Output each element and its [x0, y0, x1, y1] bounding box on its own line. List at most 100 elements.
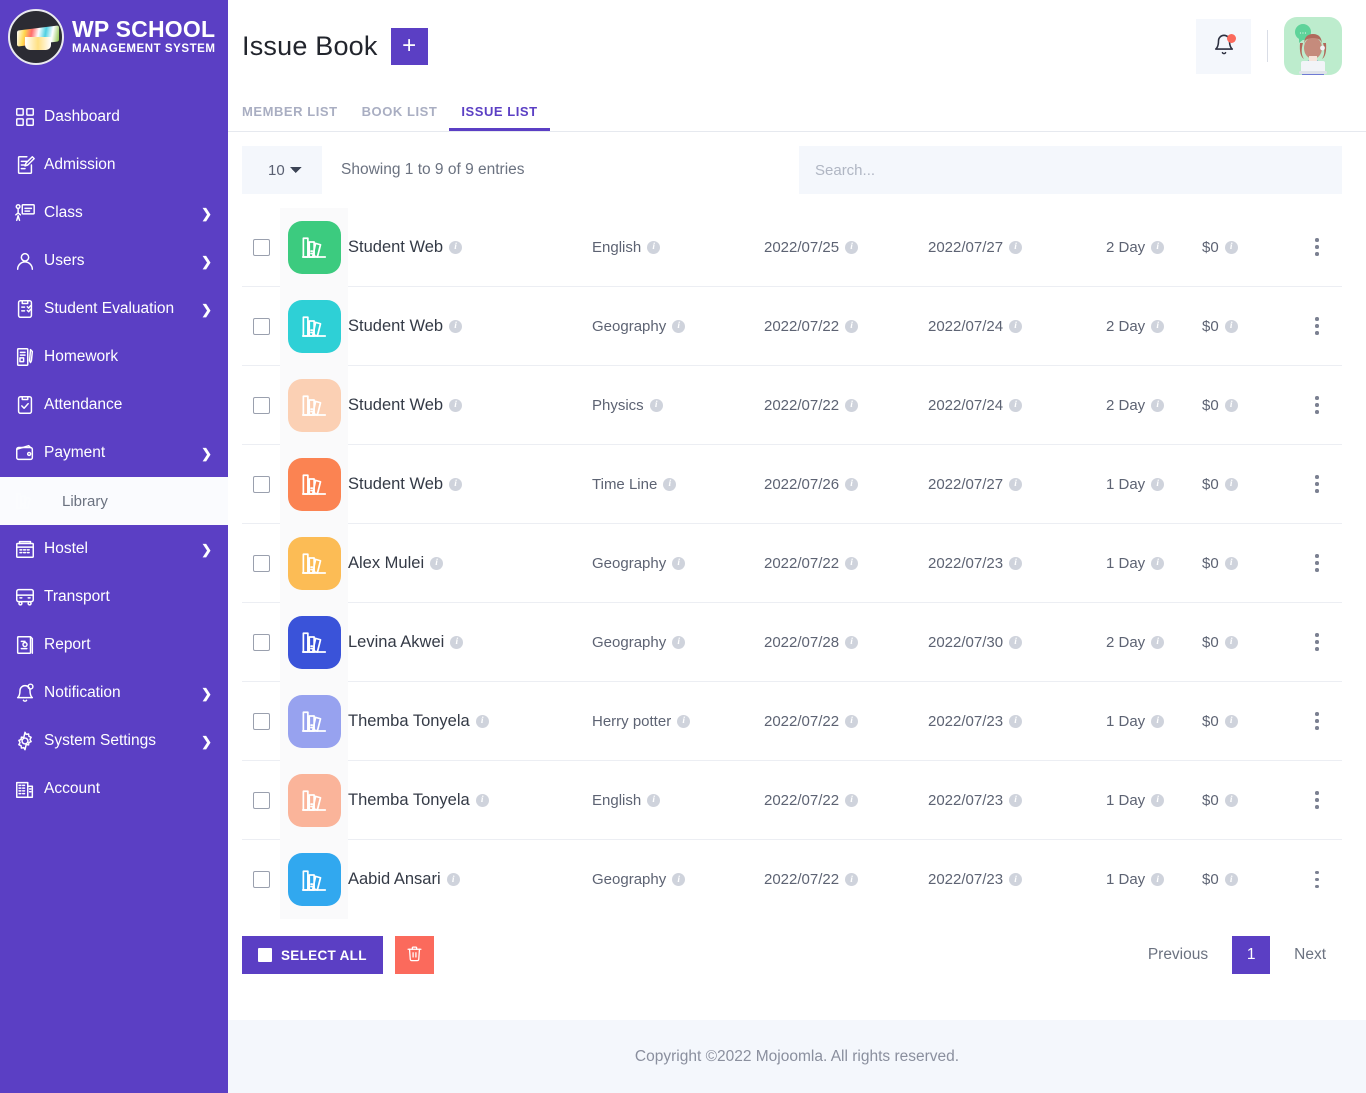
pagination-previous[interactable]: Previous [1132, 936, 1224, 974]
add-issue-book-button[interactable]: + [390, 27, 428, 65]
info-icon[interactable]: i [672, 635, 686, 649]
search-input[interactable] [799, 146, 1342, 194]
info-icon[interactable]: i [845, 873, 859, 886]
info-icon[interactable]: i [1151, 556, 1165, 570]
info-icon[interactable]: i [845, 635, 859, 649]
info-icon[interactable]: i [1009, 714, 1023, 728]
info-icon[interactable]: i [1151, 477, 1165, 491]
info-icon[interactable]: i [1151, 873, 1165, 886]
table-row[interactable]: Alex Mulei i Geography i 2022/07/22 i 2022/07/… [242, 523, 1342, 603]
info-icon[interactable]: i [1151, 714, 1165, 728]
info-icon[interactable]: i [1009, 240, 1023, 254]
info-icon[interactable]: i [450, 635, 464, 649]
sidebar-item-class[interactable]: Class ❯ [0, 189, 228, 237]
sidebar-item-report[interactable]: Report [0, 621, 228, 669]
info-icon[interactable]: i [430, 556, 444, 570]
info-icon[interactable]: i [1224, 635, 1238, 649]
info-icon[interactable]: i [647, 240, 661, 254]
kebab-menu-icon[interactable] [1309, 785, 1325, 815]
pagination-next[interactable]: Next [1278, 936, 1342, 974]
info-icon[interactable]: i [1151, 635, 1165, 649]
row-checkbox[interactable] [252, 475, 270, 493]
info-icon[interactable]: i [1009, 477, 1023, 491]
info-icon[interactable]: i [672, 556, 686, 570]
row-checkbox[interactable] [252, 396, 270, 414]
table-row[interactable]: Student Web i Geography i 2022/07/22 i 2022/07… [242, 286, 1342, 366]
info-icon[interactable]: i [845, 319, 859, 333]
kebab-menu-icon[interactable] [1309, 390, 1325, 420]
info-icon[interactable]: i [449, 477, 463, 491]
sidebar-item-notification[interactable]: Notification ❯ [0, 669, 228, 717]
info-icon[interactable]: i [1224, 319, 1238, 333]
info-icon[interactable]: i [845, 477, 859, 491]
info-icon[interactable]: i [649, 398, 663, 412]
kebab-menu-icon[interactable] [1309, 706, 1325, 736]
pagination-page-1[interactable]: 1 [1232, 936, 1271, 974]
info-icon[interactable]: i [1224, 873, 1238, 886]
sidebar-item-transport[interactable]: Transport [0, 573, 228, 621]
row-checkbox[interactable] [252, 554, 270, 572]
table-row[interactable]: Student Web i Physics i 2022/07/22 i 2022/07/2… [242, 365, 1342, 445]
kebab-menu-icon[interactable] [1309, 311, 1325, 341]
avatar[interactable]: • • • [1284, 17, 1342, 75]
info-icon[interactable]: i [845, 240, 859, 254]
info-icon[interactable]: i [647, 793, 661, 807]
table-row[interactable]: Student Web i Time Line i 2022/07/26 i 2022/07… [242, 444, 1342, 524]
sidebar-item-payment[interactable]: Payment ❯ [0, 429, 228, 477]
info-icon[interactable]: i [663, 477, 677, 491]
table-row[interactable]: Aabid Ansari i Geography i 2022/07/22 i 2022/0… [242, 840, 1342, 919]
info-icon[interactable]: i [449, 319, 463, 333]
kebab-menu-icon[interactable] [1309, 469, 1325, 499]
table-row[interactable]: Themba Tonyela i Herry potter i 2022/07/22 i 2… [242, 681, 1342, 761]
info-icon[interactable]: i [475, 714, 489, 728]
row-checkbox[interactable] [252, 791, 270, 809]
sidebar-item-dashboard[interactable]: Dashboard [0, 93, 228, 141]
sidebar-item-homework[interactable]: Homework [0, 333, 228, 381]
info-icon[interactable]: i [677, 714, 691, 728]
brand-header[interactable]: WP SCHOOL MANAGEMENT SYSTEM [0, 0, 228, 74]
info-icon[interactable]: i [1009, 319, 1023, 333]
page-length-select[interactable]: 102550100 [242, 146, 322, 194]
kebab-menu-icon[interactable] [1309, 232, 1325, 262]
tab-book-list[interactable]: BOOK LIST [350, 104, 450, 131]
info-icon[interactable]: i [1224, 240, 1238, 254]
info-icon[interactable]: i [1009, 793, 1023, 807]
info-icon[interactable]: i [1224, 714, 1238, 728]
sidebar-item-attendance[interactable]: Attendance [0, 381, 228, 429]
info-icon[interactable]: i [672, 319, 686, 333]
info-icon[interactable]: i [845, 556, 859, 570]
info-icon[interactable]: i [845, 398, 859, 412]
info-icon[interactable]: i [845, 714, 859, 728]
info-icon[interactable]: i [1151, 240, 1165, 254]
table-row[interactable]: Themba Tonyela i English i 2022/07/22 i 2022/0… [242, 760, 1342, 840]
tab-issue-list[interactable]: ISSUE LIST [449, 104, 550, 131]
sidebar-item-library[interactable]: Library [0, 477, 228, 525]
delete-selected-button[interactable] [394, 936, 434, 974]
info-icon[interactable]: i [1151, 793, 1165, 807]
info-icon[interactable]: i [1224, 556, 1238, 570]
sidebar-item-users[interactable]: Users ❯ [0, 237, 228, 285]
table-row[interactable]: Student Web i English i 2022/07/25 i 2022/07/2… [242, 207, 1342, 287]
kebab-menu-icon[interactable] [1309, 865, 1325, 895]
info-icon[interactable]: i [672, 873, 686, 886]
row-checkbox[interactable] [252, 712, 270, 730]
info-icon[interactable]: i [1009, 556, 1023, 570]
table-row[interactable]: Levina Akwei i Geography i 2022/07/28 i 2022/0… [242, 602, 1342, 682]
sidebar-item-system-settings[interactable]: System Settings ❯ [0, 717, 228, 765]
kebab-menu-icon[interactable] [1309, 627, 1325, 657]
info-icon[interactable]: i [1151, 319, 1165, 333]
info-icon[interactable]: i [1151, 398, 1165, 412]
row-checkbox[interactable] [252, 317, 270, 335]
info-icon[interactable]: i [446, 873, 460, 886]
notifications-button[interactable] [1196, 18, 1251, 74]
row-checkbox[interactable] [252, 871, 270, 888]
info-icon[interactable]: i [1009, 398, 1023, 412]
info-icon[interactable]: i [475, 793, 489, 807]
info-icon[interactable]: i [449, 240, 463, 254]
sidebar-item-student-evaluation[interactable]: Student Evaluation ❯ [0, 285, 228, 333]
info-icon[interactable]: i [1224, 477, 1238, 491]
kebab-menu-icon[interactable] [1309, 548, 1325, 578]
tab-member-list[interactable]: MEMBER LIST [242, 104, 350, 131]
info-icon[interactable]: i [1224, 398, 1238, 412]
select-all-button[interactable]: SELECT ALL [242, 936, 383, 974]
